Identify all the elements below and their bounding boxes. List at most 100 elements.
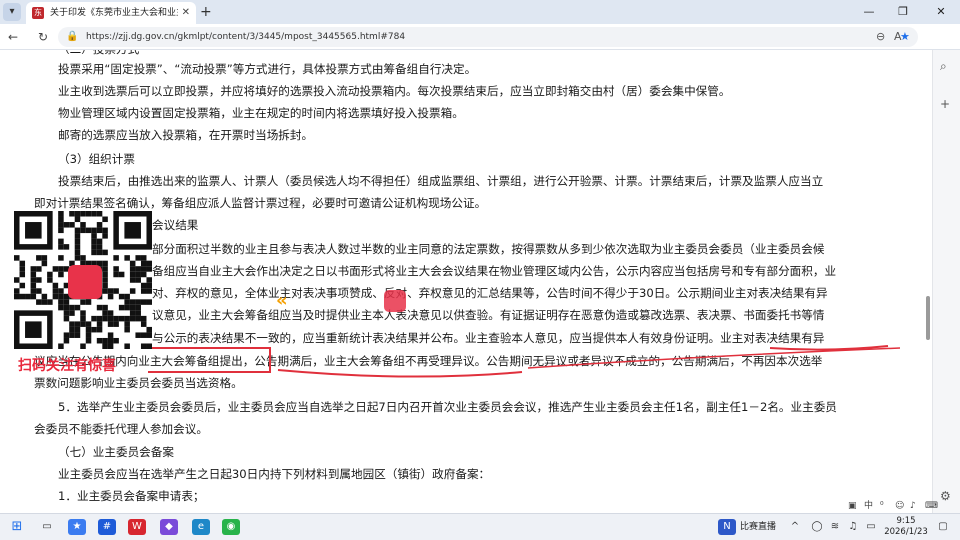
qr-module	[96, 337, 103, 344]
qr-finder	[25, 222, 42, 239]
qr-module	[58, 211, 64, 217]
app-logo-icon	[68, 265, 102, 299]
wifi-icon[interactable]: ≋	[826, 519, 844, 535]
qr-module	[102, 271, 108, 278]
search-icon[interactable]: ⌕	[940, 58, 947, 74]
qr-module	[124, 315, 130, 322]
stroke-annotation	[527, 347, 901, 369]
start-icon[interactable]: ⊞	[8, 519, 26, 535]
qr-module	[129, 315, 136, 322]
qr-module	[58, 222, 64, 228]
tray-keyboard-icon[interactable]: ⌨	[925, 500, 938, 512]
qr-module	[102, 315, 108, 322]
qr-module	[96, 249, 103, 256]
qr-module	[74, 255, 81, 261]
news-label[interactable]: 比赛直播	[740, 520, 776, 534]
sidebar-settings-icon[interactable]: ⚙	[940, 488, 951, 504]
qr-module	[102, 304, 108, 311]
qr-module	[30, 277, 37, 283]
clock-time: 9:15	[896, 516, 916, 526]
qr-module	[69, 304, 75, 311]
qr-module	[47, 299, 53, 305]
qr-caption: 扫码关注有惊喜	[18, 358, 116, 374]
qr-module	[52, 288, 59, 294]
qr-module	[102, 266, 108, 272]
tray-punct-icon[interactable]: ⁰	[880, 500, 884, 512]
qr-module	[113, 321, 119, 327]
qr-module	[129, 266, 136, 272]
qr-module	[96, 315, 103, 322]
qr-module	[41, 255, 48, 261]
qr-module	[58, 255, 64, 261]
qr-module	[107, 321, 114, 327]
qr-module	[146, 326, 152, 333]
qr-module	[140, 315, 147, 322]
tray-app-icon[interactable]: ▣	[848, 500, 857, 512]
qr-module	[129, 271, 136, 278]
qr-module	[19, 271, 26, 278]
tray-expand-icon[interactable]: ^	[786, 519, 804, 535]
qr-module	[146, 299, 152, 305]
qr-module	[146, 277, 152, 283]
qr-module	[96, 238, 103, 245]
qr-module	[102, 216, 108, 223]
app-icon[interactable]: #	[98, 519, 116, 535]
wechat-icon[interactable]: ◉	[222, 519, 240, 535]
qr-module	[58, 216, 64, 223]
qr-module	[107, 337, 114, 344]
qr-module	[96, 321, 103, 327]
qr-module	[129, 288, 136, 294]
qr-module	[74, 321, 81, 327]
volume-icon[interactable]: ♫	[844, 519, 862, 535]
notifications-icon[interactable]: ▢	[934, 519, 952, 535]
qr-module	[129, 277, 136, 283]
tray-emoji-icon[interactable]: ☺	[895, 500, 904, 512]
qr-module	[113, 315, 119, 322]
news-icon[interactable]: N	[718, 519, 736, 535]
qr-module	[80, 222, 86, 228]
qr-module	[135, 332, 141, 338]
qr-module	[74, 216, 81, 223]
qr-module	[140, 260, 147, 267]
qr-module	[63, 244, 70, 250]
qr-module	[102, 227, 108, 234]
network-icon[interactable]: ◯	[808, 519, 826, 535]
tray-mic-icon[interactable]: ♪	[910, 500, 916, 512]
qr-module	[102, 282, 108, 289]
qr-module	[80, 310, 86, 316]
qr-module	[118, 271, 125, 278]
qr-module	[91, 249, 97, 256]
taskbar: ⊞ ▭ ★ # W ◆ e ◉ N 比赛直播 ^ ◯ ≋ ♫ ▭ 9:15 20…	[0, 513, 960, 540]
qr-module	[14, 277, 20, 283]
qr-module	[36, 255, 42, 261]
app-icon[interactable]: ◆	[160, 519, 178, 535]
qr-module	[69, 332, 75, 338]
qr-module	[63, 299, 70, 305]
qr-module	[74, 332, 81, 338]
qr-module	[47, 277, 53, 283]
qr-module	[41, 293, 48, 300]
qr-module	[140, 288, 147, 294]
qr-module	[96, 326, 103, 333]
qr-module	[129, 299, 136, 305]
sidebar-add-icon[interactable]: +	[940, 96, 950, 112]
battery-icon[interactable]: ▭	[862, 519, 880, 535]
qr-module	[124, 326, 130, 333]
qr-module	[146, 288, 152, 294]
qr-module	[69, 222, 75, 228]
task-view-icon[interactable]: ▭	[38, 519, 56, 535]
qr-module	[91, 315, 97, 322]
wps-icon[interactable]: W	[128, 519, 146, 535]
app-icon[interactable]: ★	[68, 519, 86, 535]
qr-module	[129, 310, 136, 316]
qr-module	[85, 227, 92, 234]
clock[interactable]: 9:15 2026/1/23	[882, 516, 930, 538]
qr-module	[30, 282, 37, 289]
qr-module	[85, 211, 92, 217]
watermark-logo-icon	[384, 290, 406, 312]
ime-icon[interactable]: 中	[864, 500, 873, 512]
edge-icon[interactable]: e	[192, 519, 210, 535]
qr-module	[135, 266, 141, 272]
scrollbar-thumb[interactable]	[926, 296, 930, 340]
box-annotation	[148, 347, 271, 373]
